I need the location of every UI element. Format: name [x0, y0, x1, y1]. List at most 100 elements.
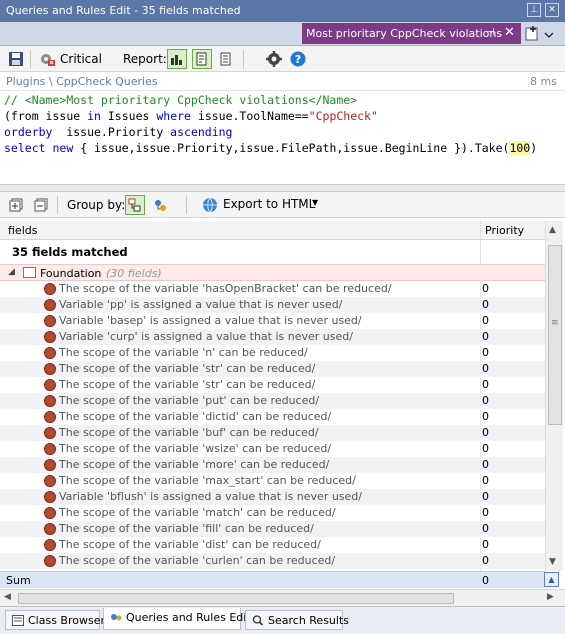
- bug-issue-icon: [44, 395, 56, 407]
- priority-value: 0: [482, 314, 489, 327]
- group-count: (30 fields): [106, 267, 162, 280]
- priority-value: 0: [482, 490, 489, 503]
- tab-class-browser[interactable]: Class Browser: [5, 610, 105, 630]
- vertical-scrollbar[interactable]: ▲ ≡ ▼: [545, 221, 563, 571]
- group-row-foundation[interactable]: ◢ Foundation (30 fields): [0, 264, 545, 281]
- table-row[interactable]: The scope of the variable 'dictid' can b…: [0, 409, 545, 425]
- issue-text: The scope of the variable 'more' can be …: [59, 458, 330, 471]
- scroll-left-icon[interactable]: ◀: [4, 592, 11, 602]
- column-header-priority[interactable]: Priority: [485, 224, 524, 237]
- scroll-right-icon[interactable]: ▶: [547, 592, 554, 602]
- table-row[interactable]: The scope of the variable 'put' can be r…: [0, 393, 545, 409]
- scroll-up-icon[interactable]: ▲: [549, 225, 556, 235]
- tab-search-results[interactable]: Search Results: [245, 610, 349, 630]
- breadcrumb[interactable]: Plugins \ CppCheck Queries: [6, 75, 158, 88]
- collapse-all-icon[interactable]: [31, 195, 51, 215]
- splitter[interactable]: [0, 184, 565, 192]
- horizontal-scrollbar[interactable]: ◀ ▶: [0, 589, 565, 606]
- issue-text: The scope of the variable 'n' can be red…: [59, 346, 308, 359]
- table-row[interactable]: The scope of the variable 'str' can be r…: [0, 361, 545, 377]
- group-tree-icon: [128, 198, 141, 212]
- priority-value: 0: [482, 442, 489, 455]
- bug-issue-icon: [44, 555, 56, 567]
- export-to-html-dropdown[interactable]: Export to HTML ▼: [201, 195, 321, 215]
- tab-queries-and-rules-edit[interactable]: Queries and Rules Edit: [103, 608, 251, 630]
- bug-issue-icon: [44, 427, 56, 439]
- tab-close-icon[interactable]: ✕: [504, 25, 515, 40]
- issue-text: The scope of the variable 'put' can be r…: [59, 394, 320, 407]
- collapse-arrow-icon[interactable]: ◢: [8, 267, 15, 277]
- tab-pin-icon[interactable]: ⊣: [486, 27, 495, 38]
- table-row[interactable]: The scope of the variable 'str' can be r…: [0, 377, 545, 393]
- table-row[interactable]: The scope of the variable 'max_start' ca…: [0, 473, 545, 489]
- toolbar-separator: [186, 196, 187, 214]
- priority-value: 0: [482, 506, 489, 519]
- issue-text: The scope of the variable 'str' can be r…: [59, 362, 316, 375]
- table-row[interactable]: The scope of the variable 'more' can be …: [0, 457, 545, 473]
- report-list-button[interactable]: [216, 49, 236, 69]
- priority-value: 0: [482, 330, 489, 343]
- matched-count-label: 35 fields matched: [12, 245, 128, 259]
- table-row[interactable]: The scope of the variable 'dist' can be …: [0, 537, 545, 553]
- query-editor[interactable]: // <Name>Most prioritary CppCheck violat…: [0, 91, 565, 183]
- scroll-down-icon[interactable]: ▼: [549, 557, 556, 567]
- priority-value: 0: [482, 362, 489, 375]
- assembly-icon: [23, 267, 36, 278]
- priority-value: 0: [482, 282, 489, 295]
- toolbar-separator: [243, 50, 244, 68]
- help-icon[interactable]: ?: [288, 49, 308, 69]
- column-header-fields[interactable]: fields: [8, 224, 37, 237]
- priority-value: 0: [482, 538, 489, 551]
- browser-export-icon: [203, 197, 217, 213]
- expand-all-icon[interactable]: [6, 195, 26, 215]
- issue-text: Variable 'pp' is assigned a value that i…: [59, 298, 343, 311]
- report-document-button[interactable]: [192, 49, 212, 69]
- table-row[interactable]: Variable 'pp' is assigned a value that i…: [0, 297, 545, 313]
- table-row[interactable]: Variable 'bflush' is assigned a value th…: [0, 489, 545, 505]
- save-icon[interactable]: [6, 49, 26, 69]
- settings-gear-icon[interactable]: [264, 49, 284, 69]
- issue-text: The scope of the variable 'curlen' can b…: [59, 554, 336, 567]
- priority-value: 0: [482, 474, 489, 487]
- critical-rule-icon: [41, 54, 55, 66]
- document-report-icon: [196, 52, 207, 66]
- table-row[interactable]: The scope of the variable 'wsize' can be…: [0, 441, 545, 457]
- issue-text: The scope of the variable 'match' can be…: [59, 506, 336, 519]
- horizontal-scroll-thumb[interactable]: [18, 593, 454, 604]
- priority-value: 0: [482, 298, 489, 311]
- scroll-thumb[interactable]: [548, 245, 562, 425]
- bar-chart-icon: [171, 55, 182, 65]
- table-row[interactable]: The scope of the variable 'fill' can be …: [0, 521, 545, 537]
- table-row[interactable]: The scope of the variable 'n' can be red…: [0, 345, 545, 361]
- query-line-3: orderby issue.Priority ascending: [4, 125, 233, 139]
- bug-issue-icon: [44, 475, 56, 487]
- table-row[interactable]: Variable 'basep' is assigned a value tha…: [0, 313, 545, 329]
- bug-issue-icon: [44, 411, 56, 423]
- table-row[interactable]: The scope of the variable 'curlen' can b…: [0, 553, 545, 569]
- bug-issue-icon: [44, 347, 56, 359]
- report-chart-button[interactable]: [167, 49, 187, 69]
- new-tab-dropdown[interactable]: [523, 25, 559, 43]
- issue-text: Variable 'bflush' is assigned a value th…: [59, 490, 362, 503]
- sum-toggle-button[interactable]: ▲: [544, 572, 559, 587]
- chevron-down-icon: ▼: [312, 198, 319, 207]
- close-window-button[interactable]: ✕: [545, 3, 559, 17]
- group-by-type-button[interactable]: [125, 195, 145, 215]
- results-toolbar: Group by: Export to HTML ▼: [0, 192, 565, 218]
- group-by-namespace-icon[interactable]: [150, 195, 170, 215]
- report-label: Report:: [123, 52, 167, 66]
- pin-window-button[interactable]: ⊥: [527, 3, 541, 17]
- tab-query-label: Most prioritary CppCheck violations: [306, 27, 503, 40]
- priority-value: 0: [482, 346, 489, 359]
- window-titlebar: Queries and Rules Edit - 35 fields match…: [0, 0, 565, 22]
- queries-edit-icon: [110, 612, 122, 623]
- critical-label: Critical: [60, 52, 102, 66]
- table-row[interactable]: Variable 'curp' is assigned a value that…: [0, 329, 545, 345]
- tab-query[interactable]: Most prioritary CppCheck violations ⊣ ✕: [302, 23, 521, 44]
- table-row[interactable]: The scope of the variable 'buf' can be r…: [0, 425, 545, 441]
- table-row[interactable]: The scope of the variable 'match' can be…: [0, 505, 545, 521]
- grid-header: fields Priority: [0, 221, 545, 240]
- query-line-2: (from issue in Issues where issue.ToolNa…: [4, 109, 378, 123]
- priority-value: 0: [482, 394, 489, 407]
- table-row[interactable]: The scope of the variable 'hasOpenBracke…: [0, 281, 545, 297]
